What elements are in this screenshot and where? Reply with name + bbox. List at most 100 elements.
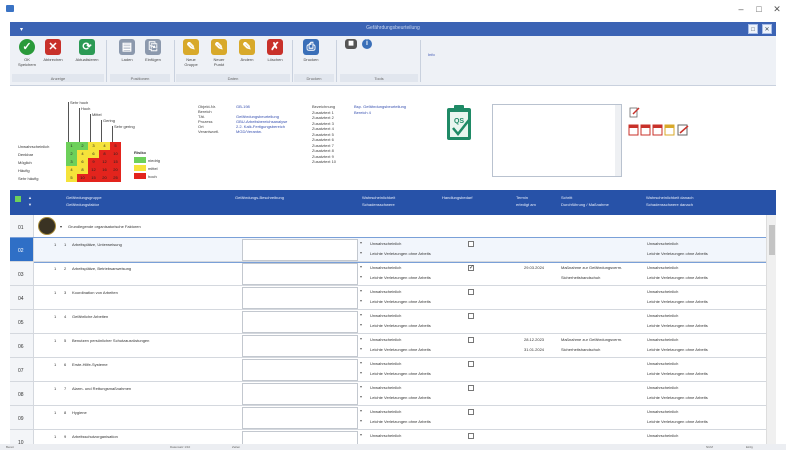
probability-value[interactable]: Unwahrscheinlich — [370, 337, 401, 343]
probability-after[interactable]: Unwahrscheinlich — [647, 361, 678, 367]
col-header-factor[interactable]: Gefährdungsfaktor — [66, 202, 99, 208]
probability-after[interactable]: Unwahrscheinlich — [647, 313, 678, 319]
probability-value[interactable]: Unwahrscheinlich — [370, 433, 401, 439]
info-value[interactable]: GB-198 — [236, 104, 250, 109]
probability-value[interactable]: Unwahrscheinlich — [370, 409, 401, 415]
probability-after[interactable]: Unwahrscheinlich — [647, 241, 678, 247]
ribbon-info-label[interactable]: Info — [428, 52, 435, 57]
row-header[interactable]: 05 — [10, 310, 34, 333]
probability-value[interactable]: Unwahrscheinlich — [370, 265, 401, 271]
action-needed-checkbox[interactable] — [468, 409, 474, 415]
row-header[interactable]: 06 — [10, 334, 34, 357]
probability-dropdown-icon[interactable]: ▾ — [357, 384, 365, 389]
row-header[interactable]: 03 — [10, 262, 34, 285]
description-input[interactable] — [242, 359, 358, 381]
action-needed-checkbox[interactable] — [468, 361, 474, 367]
probability-dropdown-icon[interactable]: ▾ — [357, 240, 365, 245]
severity-dropdown-icon[interactable]: ▾ — [357, 250, 365, 255]
description-input[interactable] — [242, 311, 358, 333]
severity-dropdown-icon[interactable]: ▾ — [357, 370, 365, 375]
severity-after[interactable]: Leichte Verletzungen ohne Arbeits — [647, 347, 708, 353]
action-needed-checkbox[interactable] — [468, 289, 474, 295]
table-row[interactable]: 04 1 3 Koordination von Arbeiten ▾ ▾ Unwahrsch… — [10, 286, 766, 310]
probability-after[interactable]: Unwahrscheinlich — [647, 337, 678, 343]
probability-value[interactable]: Unwahrscheinlich — [370, 385, 401, 391]
severity-dropdown-icon[interactable]: ▾ — [357, 346, 365, 351]
probability-after[interactable]: Unwahrscheinlich — [647, 385, 678, 391]
severity-dropdown-icon[interactable]: ▾ — [357, 274, 365, 279]
severity-dropdown-icon[interactable]: ▾ — [357, 298, 365, 303]
action-needed-checkbox[interactable] — [468, 385, 474, 391]
table-row[interactable]: 1019Arbeitsschutzorganisation▾▾Unwahrsch… — [10, 430, 766, 445]
maximize-button[interactable]: □ — [752, 3, 766, 15]
probability-value[interactable]: Unwahrscheinlich — [370, 313, 401, 319]
severity-value[interactable]: Leichte Verletzungen ohne Arbeits — [370, 371, 431, 377]
additional-info-value[interactable]: Bereich 4 — [354, 110, 371, 115]
severity-after[interactable]: Leichte Verletzungen ohne Arbeits — [647, 323, 708, 329]
table-row[interactable]: 03 1 2 Arbeitsplätze, Betriebsanweisung ▾ ▾ Un… — [10, 262, 766, 286]
severity-value[interactable]: Leichte Verletzungen ohne Arbeits — [370, 251, 431, 257]
row-header[interactable]: 01 — [10, 215, 34, 237]
ribbon-close-button[interactable]: ✕ — [762, 24, 772, 34]
table-row[interactable]: 05 1 4 Gefährliche Arbeiten ▾ ▾ Unwahrscheinli… — [10, 310, 766, 334]
notes-scrollbar[interactable] — [615, 105, 621, 176]
description-input[interactable] — [242, 383, 358, 405]
probability-dropdown-icon[interactable]: ▾ — [357, 432, 365, 437]
ok-save-button[interactable]: ✓ OK Speichern — [16, 39, 38, 67]
severity-after[interactable]: Leichte Verletzungen ohne Arbeits — [647, 419, 708, 425]
cancel-button[interactable]: ✕ Abbrechen — [42, 39, 64, 62]
severity-after[interactable]: Leichte Verletzungen ohne Arbeits — [647, 299, 708, 305]
header-sort-icon-2[interactable]: ▼ — [28, 202, 32, 208]
probability-dropdown-icon[interactable]: ▾ — [357, 288, 365, 293]
severity-after[interactable]: Leichte Verletzungen ohne Arbeits — [647, 395, 708, 401]
col-header-prob-after[interactable]: Wahrscheinlichkeit danach — [646, 195, 693, 201]
col-header-probability[interactable]: Wahrscheinlichkeit — [362, 195, 395, 201]
action-needed-checkbox[interactable] — [468, 241, 474, 247]
document-icons-row[interactable] — [628, 124, 698, 136]
new-group-button[interactable]: ✎ Neue Gruppe — [180, 39, 202, 67]
probability-dropdown-icon[interactable]: ▾ — [357, 312, 365, 317]
grid-vertical-scrollbar[interactable] — [766, 215, 776, 445]
severity-value[interactable]: Leichte Verletzungen ohne Arbeits — [370, 275, 431, 281]
refresh-button[interactable]: ⟳ Aktualisieren — [72, 39, 102, 62]
row-header[interactable]: 09 — [10, 406, 34, 429]
severity-dropdown-icon[interactable]: ▾ — [357, 418, 365, 423]
col-header-description[interactable]: Gefährdungs-Beschreibung — [235, 195, 284, 201]
date-value[interactable]: 29.03.2024 — [524, 265, 544, 271]
description-input[interactable] — [242, 335, 358, 357]
col-header-step[interactable]: Schritt — [561, 195, 572, 201]
description-input[interactable] — [242, 287, 358, 309]
description-input[interactable] — [242, 431, 358, 445]
col-header-severity[interactable]: Schadensschwere — [362, 202, 395, 208]
info-button[interactable]: i — [360, 39, 374, 49]
probability-value[interactable]: Unwahrscheinlich — [370, 361, 401, 367]
row-header[interactable]: 07 — [10, 358, 34, 381]
severity-dropdown-icon[interactable]: ▾ — [357, 322, 365, 327]
severity-after[interactable]: Leichte Verletzungen ohne Arbeits — [647, 275, 708, 281]
action-needed-checkbox[interactable] — [468, 313, 474, 319]
edit-button[interactable]: ✎ Ändern — [236, 39, 258, 62]
new-point-button[interactable]: ✎ Neuer Punkt — [208, 39, 230, 67]
row-header[interactable]: 04 — [10, 286, 34, 309]
minimize-button[interactable]: – — [734, 3, 748, 15]
severity-value[interactable]: Leichte Verletzungen ohne Arbeits — [370, 419, 431, 425]
camera-button[interactable]: ◼ — [344, 39, 358, 49]
action-needed-checkbox[interactable] — [468, 337, 474, 343]
close-button[interactable]: ✕ — [770, 3, 784, 15]
group-expand-icon[interactable]: ▾ — [60, 224, 62, 230]
table-row[interactable]: 07 1 6 Erste-Hilfe-Systeme ▾ ▾ Unwahrscheinlic… — [10, 358, 766, 382]
edit-document-icon[interactable] — [628, 106, 640, 118]
col-header-group[interactable]: Gefährdungsgruppe — [66, 195, 102, 201]
severity-value[interactable]: Leichte Verletzungen ohne Arbeits — [370, 395, 431, 401]
group-row[interactable]: 01 ▾ Grundlegende organisatorische Faktore… — [10, 215, 766, 238]
col-header-measure[interactable]: Durchführung / Maßnahme — [561, 202, 609, 208]
severity-dropdown-icon[interactable]: ▾ — [357, 394, 365, 399]
table-row[interactable]: 09 1 8 Hygiene ▾ ▾ Unwahrscheinlich Leichte Ver… — [10, 406, 766, 430]
probability-after[interactable]: Unwahrscheinlich — [647, 265, 678, 271]
table-row[interactable]: 06 1 5 Benutzen persönlicher Schutzausrüstu… — [10, 334, 766, 358]
description-input[interactable] — [242, 263, 358, 285]
description-input[interactable] — [242, 239, 358, 261]
col-header-date[interactable]: Termin — [516, 195, 528, 201]
done-date-value[interactable]: 31.01.2024 — [524, 347, 544, 353]
probability-after[interactable]: Unwahrscheinlich — [647, 289, 678, 295]
